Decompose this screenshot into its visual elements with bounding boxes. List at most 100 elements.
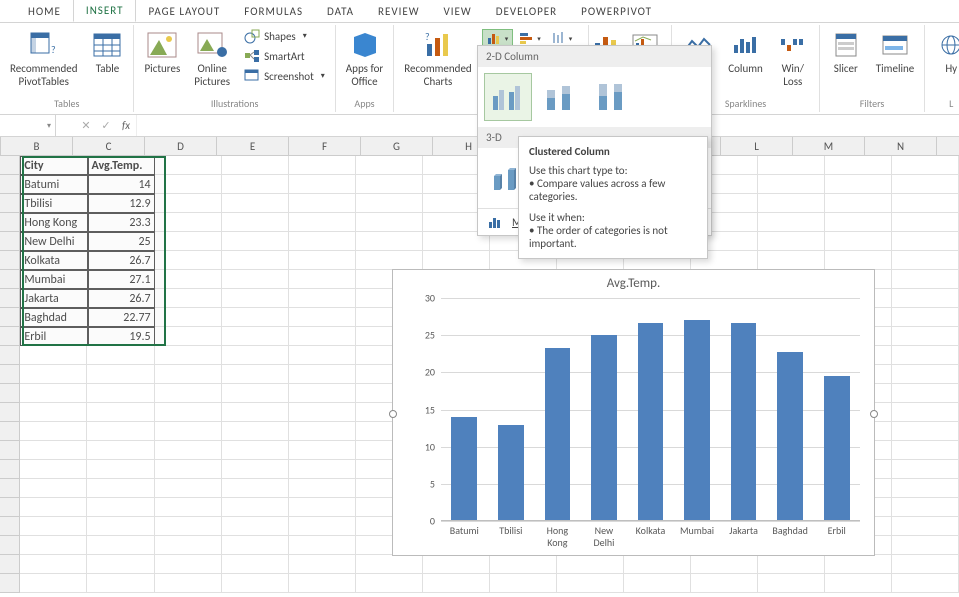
pictures-button[interactable]: Pictures [140,27,184,90]
cell[interactable] [825,232,892,251]
cell[interactable] [155,536,222,555]
cell[interactable] [624,574,691,593]
cell[interactable] [758,232,825,251]
cell[interactable] [155,346,222,365]
row-header[interactable] [0,175,20,194]
column-header[interactable]: M [793,137,865,156]
cell[interactable] [892,365,959,384]
cell[interactable] [289,232,356,251]
cell[interactable] [222,156,289,175]
cell[interactable] [423,555,490,574]
cell[interactable] [892,517,959,536]
column-header[interactable]: G [361,137,433,156]
cell[interactable] [356,574,423,593]
formula-enter-button[interactable]: ✓ [96,119,116,132]
stacked-100-column-option[interactable] [588,73,636,121]
cell[interactable]: 22.77 [88,308,155,327]
cell[interactable]: 14 [88,175,155,194]
cell[interactable] [155,517,222,536]
cell[interactable] [892,156,959,175]
cell[interactable] [490,574,557,593]
cell[interactable] [222,327,289,346]
cell[interactable] [155,460,222,479]
cell[interactable] [155,574,222,593]
cell[interactable]: Batumi [20,175,87,194]
smartart-button[interactable]: SmartArt [240,47,329,65]
cell[interactable] [289,175,356,194]
cell[interactable] [155,232,222,251]
cell[interactable] [892,498,959,517]
cell[interactable] [20,460,87,479]
tab-pagelayout[interactable]: PAGE LAYOUT [136,1,232,22]
cell[interactable] [155,498,222,517]
tab-view[interactable]: VIEW [432,1,484,22]
cell[interactable] [356,213,423,232]
cell[interactable] [289,460,356,479]
cell[interactable] [892,175,959,194]
cell[interactable] [20,479,87,498]
chart-bar[interactable] [498,425,524,521]
cell[interactable] [222,232,289,251]
slicer-button[interactable]: Slicer [826,27,866,77]
cell[interactable] [155,156,222,175]
cell[interactable]: Kolkata [20,251,87,270]
row-header[interactable] [0,498,20,517]
cell[interactable]: New Delhi [20,232,87,251]
row-header[interactable] [0,517,20,536]
cell[interactable] [20,441,87,460]
cell[interactable] [825,574,892,593]
cell[interactable] [892,251,959,270]
cell[interactable] [87,403,154,422]
cell[interactable] [289,574,356,593]
cell[interactable] [758,194,825,213]
cell[interactable] [20,422,87,441]
chart-bar[interactable] [824,376,850,521]
cell[interactable] [289,422,356,441]
cell[interactable] [825,555,892,574]
cell[interactable]: Jakarta [20,289,87,308]
row-header[interactable] [0,555,20,574]
cell[interactable] [87,460,154,479]
row-header[interactable] [0,270,20,289]
cell[interactable] [825,175,892,194]
cell[interactable] [892,346,959,365]
cell[interactable] [892,403,959,422]
cell[interactable] [155,422,222,441]
cell[interactable] [222,498,289,517]
cell[interactable] [289,251,356,270]
tab-review[interactable]: REVIEW [366,1,432,22]
cell[interactable] [289,213,356,232]
cell[interactable] [87,555,154,574]
cell[interactable] [222,460,289,479]
cell[interactable] [155,194,222,213]
cell[interactable] [20,574,87,593]
row-header[interactable] [0,422,20,441]
cell[interactable]: 25 [88,232,155,251]
cell[interactable] [20,384,87,403]
cell[interactable] [87,441,154,460]
cell[interactable] [222,213,289,232]
cell[interactable] [87,346,154,365]
cell[interactable] [892,213,959,232]
cell[interactable] [892,460,959,479]
cell[interactable]: Avg.Temp. [88,156,155,175]
cell[interactable] [289,289,356,308]
cell[interactable] [825,156,892,175]
row-header[interactable] [0,308,20,327]
cell[interactable] [155,251,222,270]
tab-formulas[interactable]: FORMULAS [232,1,315,22]
cell[interactable] [423,251,490,270]
screenshot-button[interactable]: Screenshot▾ [240,67,329,85]
cell[interactable] [222,365,289,384]
tab-powerpivot[interactable]: POWERPIVOT [569,1,664,22]
cell[interactable] [758,574,825,593]
cell[interactable] [222,517,289,536]
cell[interactable] [155,327,222,346]
column-header[interactable]: F [289,137,361,156]
column-header[interactable]: O [937,137,959,156]
cell[interactable]: Baghdad [20,308,87,327]
row-header[interactable] [0,156,20,175]
chart-bar[interactable] [591,335,617,521]
cell[interactable] [289,270,356,289]
column-header[interactable]: C [73,137,145,156]
